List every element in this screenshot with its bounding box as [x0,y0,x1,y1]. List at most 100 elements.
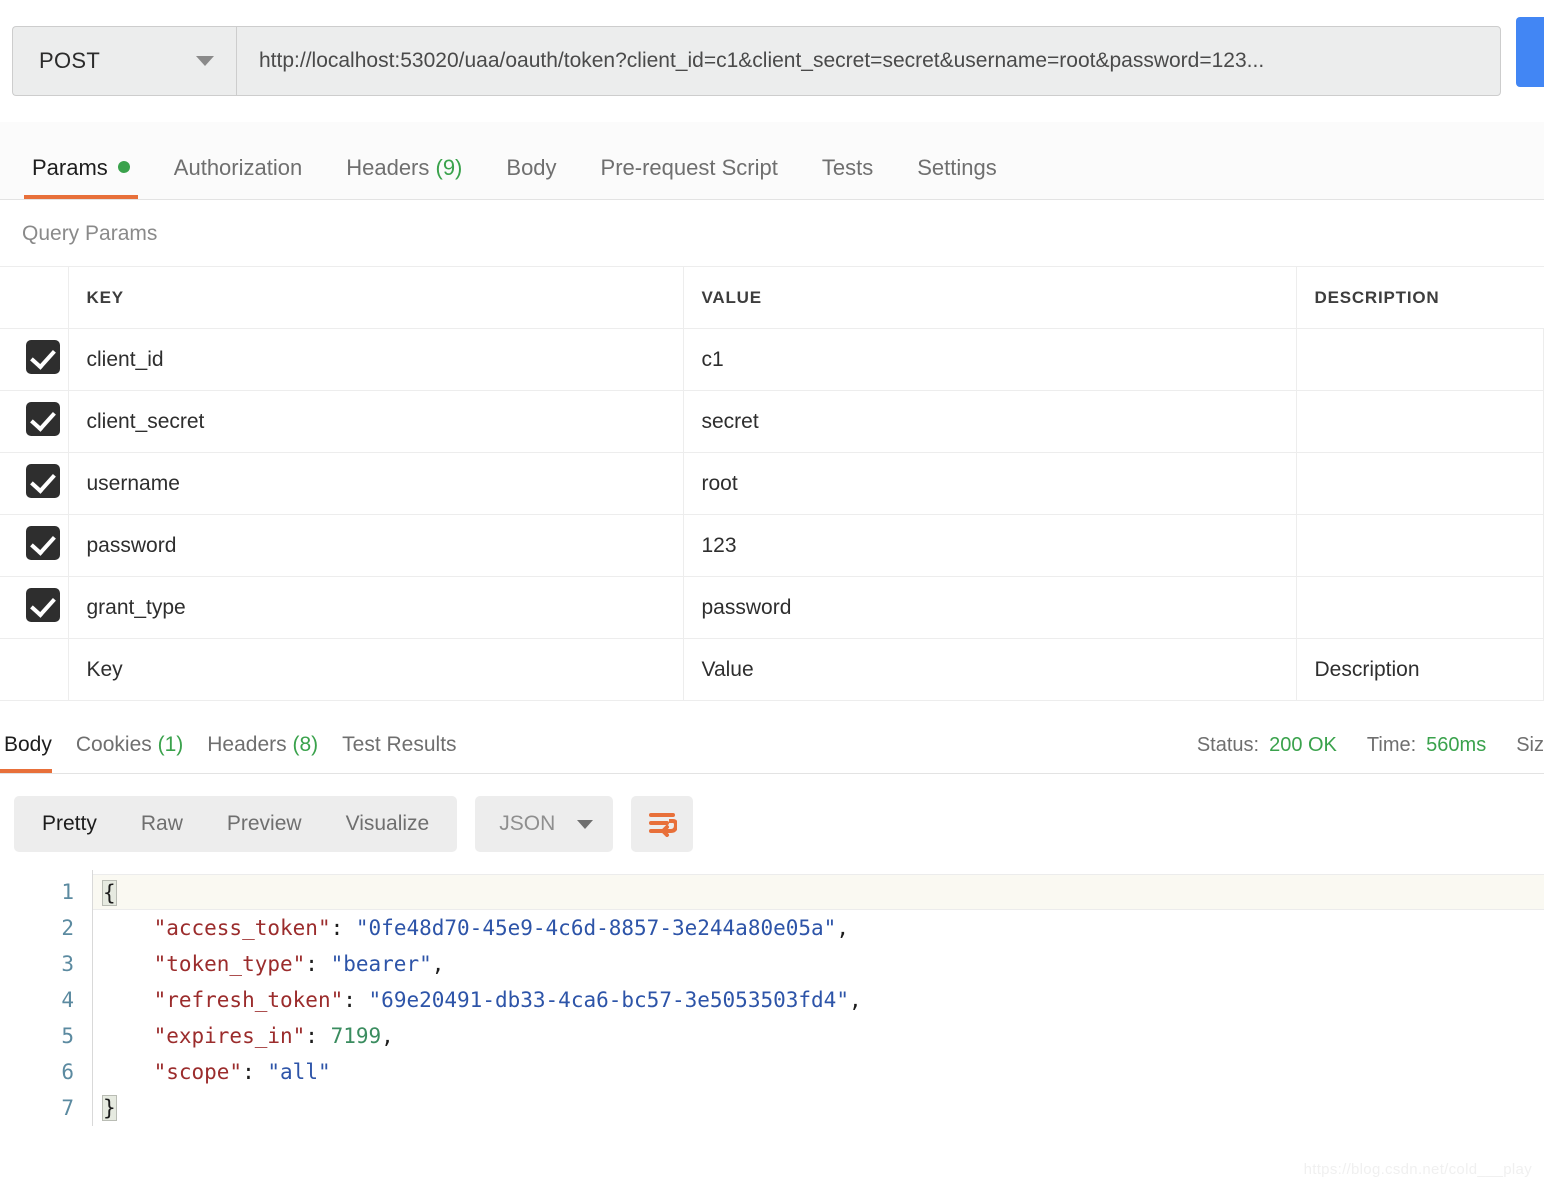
table-row: client_id c1 [0,328,1544,391]
view-pretty-button[interactable]: Pretty [20,796,119,852]
line-number: 5 [61,1024,74,1048]
param-description-cell[interactable] [1296,390,1544,453]
json-value-access-token: "0fe48d70-45e9-4c6d-8857-3e244a80e05a" [355,916,837,940]
json-key-expires-in: "expires_in" [153,1024,306,1048]
table-row: grant_type password [0,576,1544,639]
json-key-access-token: "access_token" [153,916,331,940]
param-description-cell[interactable] [1296,514,1544,577]
http-method-label: POST [39,48,101,73]
json-key-refresh-token: "refresh_token" [153,988,344,1012]
row-checkbox-cell[interactable] [0,328,69,391]
param-key-cell[interactable]: client_id [68,328,684,391]
param-value-cell[interactable]: 123 [683,514,1297,577]
column-header-key: KEY [68,266,684,329]
tab-settings[interactable]: Settings [899,155,1023,199]
word-wrap-button[interactable] [631,796,694,852]
param-value-cell[interactable]: root [683,452,1297,515]
column-header-description: DESCRIPTION [1296,266,1544,329]
response-meta: Status: 200 OK Time: 560ms Siz [1167,734,1544,757]
tab-params[interactable]: Params [14,155,156,199]
row-checkbox-cell[interactable] [0,452,69,515]
param-description-cell[interactable] [1296,576,1544,639]
json-key-token-type: "token_type" [153,952,306,976]
line-number-gutter: 1 2 3 4 5 6 7 [0,870,92,1126]
select-all-cell [0,266,69,329]
response-tab-test-results[interactable]: Test Results [330,733,468,773]
line-number: 7 [61,1096,74,1120]
table-row: password 123 [0,514,1544,577]
new-param-description-input[interactable]: Description [1296,638,1544,701]
code-content[interactable]: { "access_token": "0fe48d70-45e9-4c6d-88… [92,870,1544,1126]
response-tabs: Body Cookies (1) Headers (8) Test Result… [0,702,1544,774]
size-label: Siz [1516,734,1544,756]
http-method-select[interactable]: POST [12,26,236,96]
new-param-key-input[interactable]: Key [68,638,684,701]
checkbox-checked-icon[interactable] [25,339,60,374]
new-param-value-input[interactable]: Value [683,638,1297,701]
tab-authorization[interactable]: Authorization [156,155,328,199]
json-value-refresh-token: "69e20491-db33-4ca6-bc57-3e5053503fd4" [368,988,849,1012]
response-tab-cookies[interactable]: Cookies (1) [64,733,195,773]
code-line: "token_type": "bearer", [153,952,445,976]
checkbox-checked-icon[interactable] [25,463,60,498]
json-value-token-type: "bearer" [330,952,432,976]
response-tab-headers-label: Headers [207,733,287,756]
url-input[interactable]: http://localhost:53020/uaa/oauth/token?c… [236,26,1501,96]
status-value: 200 OK [1269,734,1337,756]
tab-tests-label: Tests [821,155,874,180]
url-bar: POST http://localhost:53020/uaa/oauth/to… [0,0,1544,122]
tab-pre-request-script[interactable]: Pre-request Script [583,155,804,199]
checkbox-checked-icon[interactable] [25,587,60,622]
code-line: "scope": "all" [153,1060,331,1084]
code-line: "access_token": "0fe48d70-45e9-4c6d-8857… [153,916,849,940]
send-button[interactable] [1516,17,1544,87]
view-visualize-button[interactable]: Visualize [324,796,452,852]
watermark: https://blog.csdn.net/cold___play [1303,1161,1532,1178]
params-modified-dot-icon [117,161,130,173]
row-checkbox-cell[interactable] [0,576,69,639]
param-value-cell[interactable]: secret [683,390,1297,453]
row-checkbox-cell[interactable] [0,514,69,577]
checkbox-checked-icon[interactable] [25,401,60,436]
code-line: } [93,1090,1544,1126]
json-brace-close: } [102,1095,117,1121]
response-view-switch: Pretty Raw Preview Visualize [14,796,458,852]
param-description-cell[interactable] [1296,452,1544,515]
request-tabs: Params Authorization Headers (9) Body Pr… [0,122,1544,200]
query-params-title: Query Params [22,222,158,245]
tab-authorization-label: Authorization [173,155,303,180]
table-row-empty: Key Value Description [0,638,1544,701]
tab-headers[interactable]: Headers (9) [328,155,488,199]
param-value-cell[interactable]: c1 [683,328,1297,391]
response-tab-cookies-count: (1) [157,733,184,756]
tab-body[interactable]: Body [488,155,582,199]
response-tab-test-results-label: Test Results [342,733,457,756]
param-key-cell[interactable]: grant_type [68,576,684,639]
chevron-down-icon [196,56,214,66]
code-line: "refresh_token": "69e20491-db33-4ca6-bc5… [153,988,862,1012]
response-tab-body[interactable]: Body [0,733,64,773]
param-key-cell[interactable]: username [68,452,684,515]
param-key-cell[interactable]: client_secret [68,390,684,453]
postman-window: POST http://localhost:53020/uaa/oauth/to… [0,0,1544,1188]
response-tab-body-label: Body [4,733,52,756]
json-value-expires-in: 7199 [330,1024,382,1048]
response-tab-headers[interactable]: Headers (8) [195,733,330,773]
query-params-table: KEY VALUE DESCRIPTION client_id c1 clien… [0,266,1544,701]
checkbox-checked-icon[interactable] [25,525,60,560]
param-value-cell[interactable]: password [683,576,1297,639]
view-preview-button[interactable]: Preview [205,796,324,852]
view-raw-button[interactable]: Raw [119,796,205,852]
param-key-cell[interactable]: password [68,514,684,577]
line-number: 3 [61,952,74,976]
response-format-select[interactable]: JSON [475,796,614,852]
tab-tests[interactable]: Tests [804,155,899,199]
line-number: 2 [61,916,74,940]
code-line: { [93,874,1544,910]
table-row: username root [0,452,1544,515]
tab-params-label: Params [32,155,108,180]
param-description-cell[interactable] [1296,328,1544,391]
word-wrap-icon [649,813,678,837]
row-checkbox-cell[interactable] [0,390,69,453]
response-body-toolbar: Pretty Raw Preview Visualize JSON [0,774,1544,870]
